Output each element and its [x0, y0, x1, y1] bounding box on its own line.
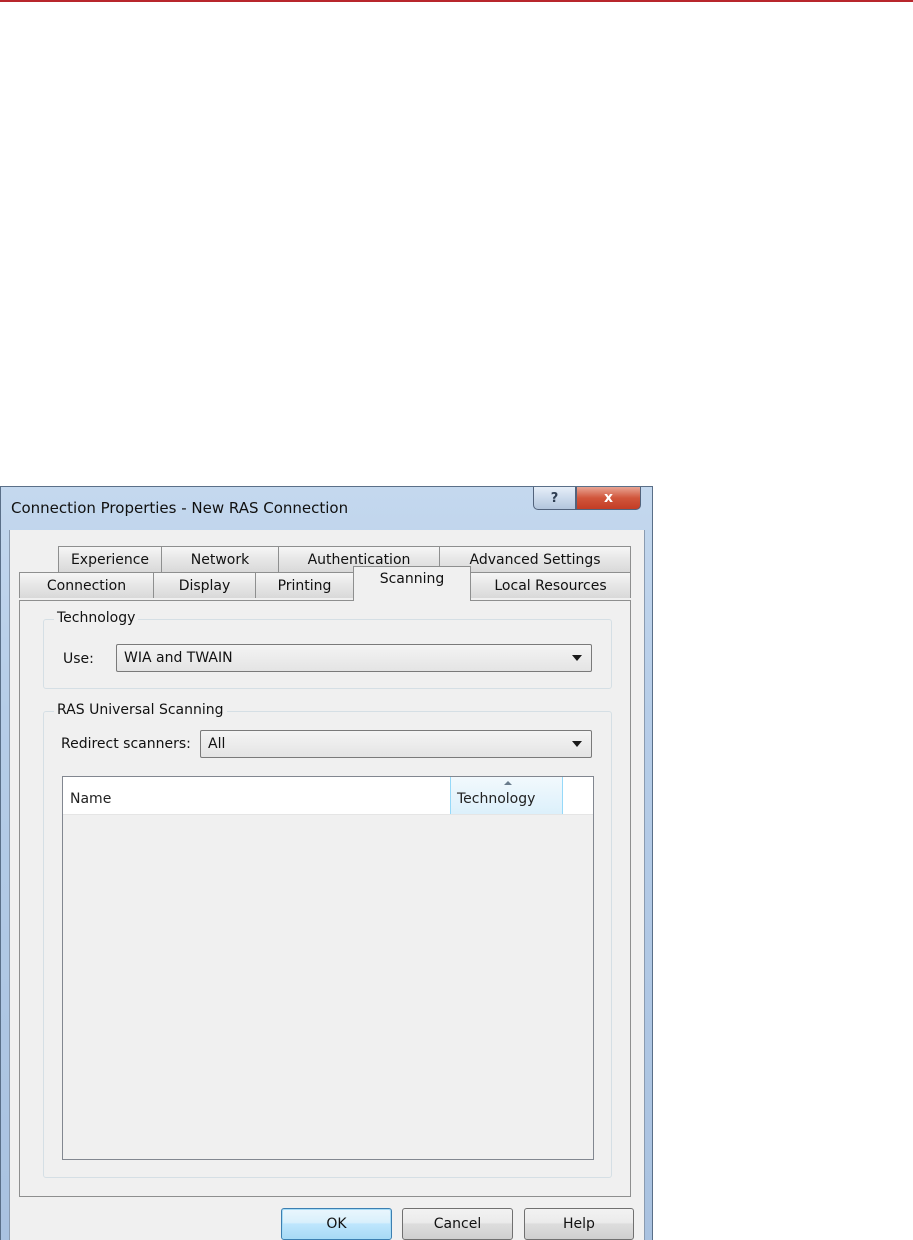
ok-button-label: OK — [326, 1216, 347, 1232]
redirect-scanners-label: Redirect scanners: — [61, 736, 191, 752]
tab-network[interactable]: Network — [161, 546, 279, 572]
use-label: Use: — [63, 651, 94, 667]
redirect-scanners-combobox[interactable]: All — [200, 730, 592, 758]
column-header-name[interactable]: Name — [70, 791, 111, 807]
technology-use-value: WIA and TWAIN — [124, 650, 233, 666]
column-header-technology-label: Technology — [457, 791, 536, 807]
title-close-button[interactable]: x — [576, 487, 641, 510]
tab-scanning[interactable]: Scanning — [353, 566, 471, 601]
tab-printing[interactable]: Printing — [255, 572, 354, 598]
help-button-label: Help — [563, 1216, 595, 1232]
tab-experience[interactable]: Experience — [58, 546, 162, 572]
top-accent-rule — [0, 0, 913, 2]
scanner-list-header: Name Technology — [63, 777, 593, 815]
redirect-scanners-value: All — [208, 736, 226, 752]
window-title: Connection Properties - New RAS Connecti… — [11, 499, 349, 517]
title-bar[interactable]: Connection Properties - New RAS Connecti… — [1, 487, 652, 531]
technology-group-label: Technology — [54, 610, 139, 626]
help-button[interactable]: Help — [524, 1208, 634, 1240]
close-icon: x — [603, 490, 614, 506]
tab-connection[interactable]: Connection — [19, 572, 154, 598]
tab-display[interactable]: Display — [153, 572, 256, 598]
tab-label: Display — [178, 577, 231, 594]
tab-label: Local Resources — [494, 577, 607, 594]
tab-label: Printing — [277, 577, 332, 594]
cancel-button-label: Cancel — [433, 1216, 482, 1232]
tab-label: Connection — [46, 577, 127, 594]
scanner-list[interactable]: Name Technology — [62, 776, 594, 1160]
universal-scanning-group-label: RAS Universal Scanning — [54, 702, 227, 718]
cancel-button[interactable]: Cancel — [402, 1208, 513, 1240]
title-help-button[interactable]: ? — [533, 487, 576, 510]
ok-button[interactable]: OK — [281, 1208, 392, 1240]
tab-label: Advanced Settings — [469, 551, 601, 568]
dropdown-arrow-icon — [572, 655, 582, 661]
sort-ascending-icon — [504, 781, 512, 785]
column-header-technology[interactable]: Technology — [450, 777, 563, 814]
tab-label: Network — [190, 551, 250, 568]
question-mark-icon: ? — [550, 490, 559, 506]
technology-use-combobox[interactable]: WIA and TWAIN — [116, 644, 592, 672]
tab-local-resources[interactable]: Local Resources — [470, 572, 631, 598]
tab-label: Experience — [70, 551, 150, 568]
dropdown-arrow-icon — [572, 741, 582, 747]
tab-label: Scanning — [379, 571, 445, 587]
